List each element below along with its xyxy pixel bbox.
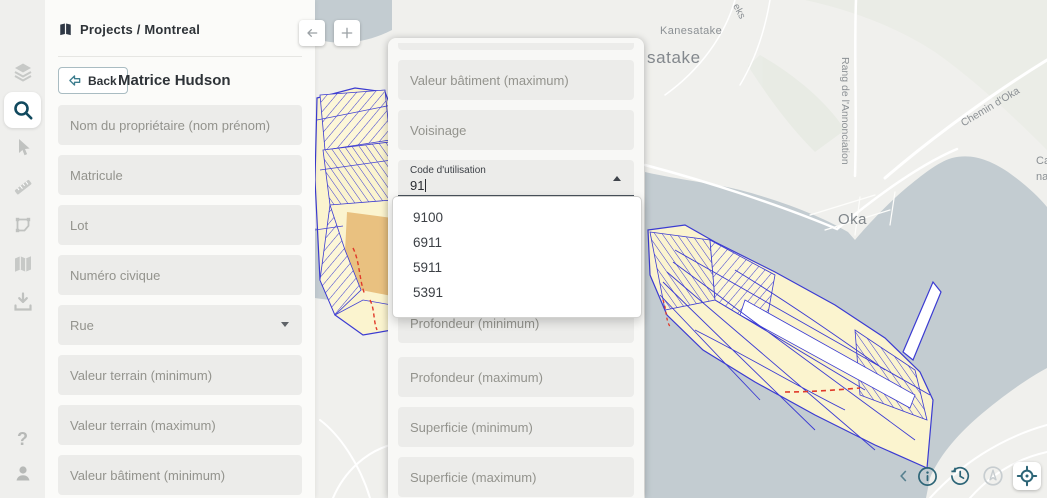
sidebar-item-map[interactable] xyxy=(4,247,41,281)
voisinage-input[interactable] xyxy=(398,110,634,150)
info-icon xyxy=(917,466,938,487)
superficie-min-input[interactable] xyxy=(398,407,634,447)
info-button[interactable] xyxy=(914,463,940,489)
map-label-edge-partial-1: Ca xyxy=(1036,155,1047,167)
help-icon: ? xyxy=(17,429,28,450)
nom-proprietaire-input[interactable] xyxy=(58,105,302,145)
search-panel-overflow: Code d'utilisation 91 9100 6911 5911 539… xyxy=(388,38,644,498)
field-lot xyxy=(58,205,302,245)
superficie-max-input[interactable] xyxy=(398,457,634,497)
suggestion-option-1[interactable]: 9100 xyxy=(393,205,641,230)
rue-select[interactable] xyxy=(58,305,302,345)
search-panel: Projects / Montreal Back Matrice Hudson xyxy=(45,0,315,498)
header-divider xyxy=(58,56,302,57)
collapse-panel-button[interactable] xyxy=(299,20,325,46)
field-superficie-min xyxy=(398,407,634,447)
field-profondeur-max xyxy=(398,357,634,397)
polygon-select-icon xyxy=(11,213,35,237)
map-label-kanesatake-partial: satake xyxy=(647,48,701,68)
map-label-rang-annonciation: Rang de l'Annonciation xyxy=(839,57,851,165)
map-label-oka: Oka xyxy=(838,211,867,228)
matricule-input[interactable] xyxy=(58,155,302,195)
sidebar-item-user[interactable] xyxy=(4,456,41,490)
map-label-kanesatake: Kanesatake xyxy=(660,25,722,37)
plus-icon xyxy=(339,25,355,41)
breadcrumb-text: Projects / Montreal xyxy=(80,22,200,37)
icon-sidebar: ? xyxy=(0,0,45,498)
sidebar-item-pointer[interactable] xyxy=(4,131,41,165)
code-utilisation-value: 91 xyxy=(410,178,426,193)
map-label-edge-partial-2: na xyxy=(1036,171,1047,183)
layers-icon xyxy=(11,60,35,84)
sidebar-item-layers[interactable] xyxy=(4,55,41,89)
code-utilisation-label: Code d'utilisation xyxy=(410,165,486,176)
sidebar-item-search[interactable] xyxy=(4,92,41,128)
sidebar-item-download[interactable] xyxy=(4,285,41,319)
scrolled-field-sliver xyxy=(398,43,634,50)
chevron-down-icon[interactable] xyxy=(281,322,289,327)
user-icon xyxy=(11,461,35,485)
field-superficie-max xyxy=(398,457,634,497)
code-suggestions-dropdown: 9100 6911 5911 5391 xyxy=(392,196,642,318)
search-form-left xyxy=(58,105,302,498)
suggestion-option-3[interactable]: 5911 xyxy=(393,255,641,280)
suggestion-option-2[interactable]: 6911 xyxy=(393,230,641,255)
pointer-icon xyxy=(11,136,35,160)
field-voisinage xyxy=(398,110,634,150)
numero-civique-input[interactable] xyxy=(58,255,302,295)
chevron-up-icon[interactable] xyxy=(613,176,621,181)
arrow-back-icon xyxy=(67,73,82,88)
code-utilisation-field[interactable]: Code d'utilisation 91 xyxy=(398,160,634,197)
field-numero-civique xyxy=(58,255,302,295)
ruler-icon xyxy=(11,175,35,199)
locate-button[interactable] xyxy=(1013,462,1041,490)
field-valeur-batiment-max xyxy=(398,60,634,100)
field-rue xyxy=(58,305,302,345)
valeur-batiment-min-input[interactable] xyxy=(58,455,302,495)
lot-input[interactable] xyxy=(58,205,302,245)
sidebar-item-help[interactable]: ? xyxy=(4,422,41,456)
compass-icon xyxy=(982,465,1004,487)
field-nom-proprietaire xyxy=(58,105,302,145)
crosshair-icon xyxy=(1016,465,1038,487)
download-icon xyxy=(11,290,35,314)
field-matricule xyxy=(58,155,302,195)
breadcrumb[interactable]: Projects / Montreal xyxy=(58,22,200,37)
profondeur-max-input[interactable] xyxy=(398,357,634,397)
back-button-label: Back xyxy=(88,74,117,88)
project-book-icon xyxy=(58,22,73,37)
sidebar-item-measure[interactable] xyxy=(4,170,41,204)
history-button[interactable] xyxy=(947,463,973,489)
code-utilisation-text: 91 xyxy=(410,178,424,193)
valeur-terrain-max-input[interactable] xyxy=(58,405,302,445)
text-cursor xyxy=(425,179,426,192)
field-valeur-batiment-min xyxy=(58,455,302,495)
map-controls xyxy=(900,462,1041,490)
page-title: Matrice Hudson xyxy=(118,72,231,89)
valeur-batiment-max-input[interactable] xyxy=(398,60,634,100)
arrow-left-icon xyxy=(304,25,320,41)
suggestion-option-4[interactable]: 5391 xyxy=(393,280,641,305)
valeur-terrain-min-input[interactable] xyxy=(58,355,302,395)
sidebar-item-polygon-select[interactable] xyxy=(4,208,41,242)
add-button[interactable] xyxy=(334,20,360,46)
search-icon xyxy=(11,98,35,122)
map-icon xyxy=(11,252,35,276)
field-valeur-terrain-min xyxy=(58,355,302,395)
chevron-left-icon[interactable] xyxy=(900,470,907,482)
history-icon xyxy=(949,465,971,487)
compass-button[interactable] xyxy=(980,463,1006,489)
field-valeur-terrain-max xyxy=(58,405,302,445)
